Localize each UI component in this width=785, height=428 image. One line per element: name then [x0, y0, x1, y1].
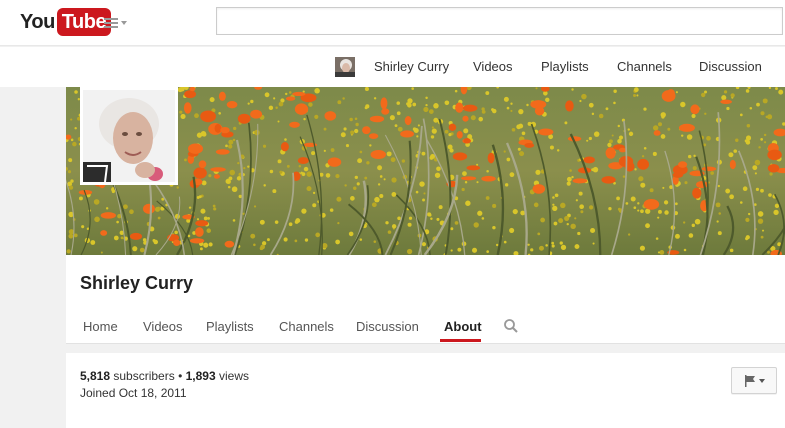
subscriber-count: 5,818 — [80, 369, 111, 383]
tab-videos[interactable]: Videos — [143, 319, 183, 334]
chevron-down-icon — [758, 378, 765, 383]
logo-tube: Tube — [56, 8, 112, 36]
nav-channels[interactable]: Channels — [617, 59, 672, 74]
youtube-logo[interactable]: You Tube — [20, 8, 112, 36]
masthead: You Tube — [0, 0, 785, 46]
nav-channel-name[interactable]: Shirley Curry — [374, 59, 449, 74]
hamburger-menu-icon — [104, 18, 118, 28]
logo-you: You — [20, 10, 55, 33]
nav-videos[interactable]: Videos — [473, 59, 513, 74]
tab-channels[interactable]: Channels — [279, 319, 334, 334]
channel-title: Shirley Curry — [80, 273, 194, 293]
chevron-down-icon — [121, 21, 127, 25]
nav-discussion[interactable]: Discussion — [699, 59, 762, 74]
subscribers-label: subscribers — [113, 369, 175, 383]
tab-home[interactable]: Home — [83, 319, 118, 334]
channel-avatar-small[interactable] — [335, 57, 355, 77]
tab-about[interactable]: About — [444, 319, 482, 334]
left-gutter — [0, 87, 66, 428]
view-count: 1,893 — [185, 369, 216, 383]
flag-menu-button[interactable] — [731, 367, 777, 394]
channel-header: Shirley Curry Home Videos Playlists Chan… — [66, 255, 785, 344]
guide-menu-button[interactable] — [104, 14, 130, 32]
search-input[interactable] — [216, 7, 783, 35]
stats-separator: • — [178, 369, 183, 383]
joined-date: Joined Oct 18, 2011 — [80, 386, 187, 400]
views-label: views — [219, 369, 250, 383]
active-tab-indicator — [440, 339, 481, 342]
about-section: 5,818 subscribers • 1,893 views Joined O… — [66, 353, 785, 428]
channel-nav-bar: Shirley Curry Videos Playlists Channels … — [0, 47, 785, 87]
channel-avatar-large[interactable] — [80, 87, 178, 185]
channel-stats: 5,818 subscribers • 1,893 views — [80, 369, 249, 383]
tab-discussion[interactable]: Discussion — [356, 319, 419, 334]
tab-playlists[interactable]: Playlists — [206, 319, 254, 334]
search-icon[interactable] — [503, 318, 519, 334]
flag-icon — [744, 374, 755, 387]
nav-playlists[interactable]: Playlists — [541, 59, 589, 74]
